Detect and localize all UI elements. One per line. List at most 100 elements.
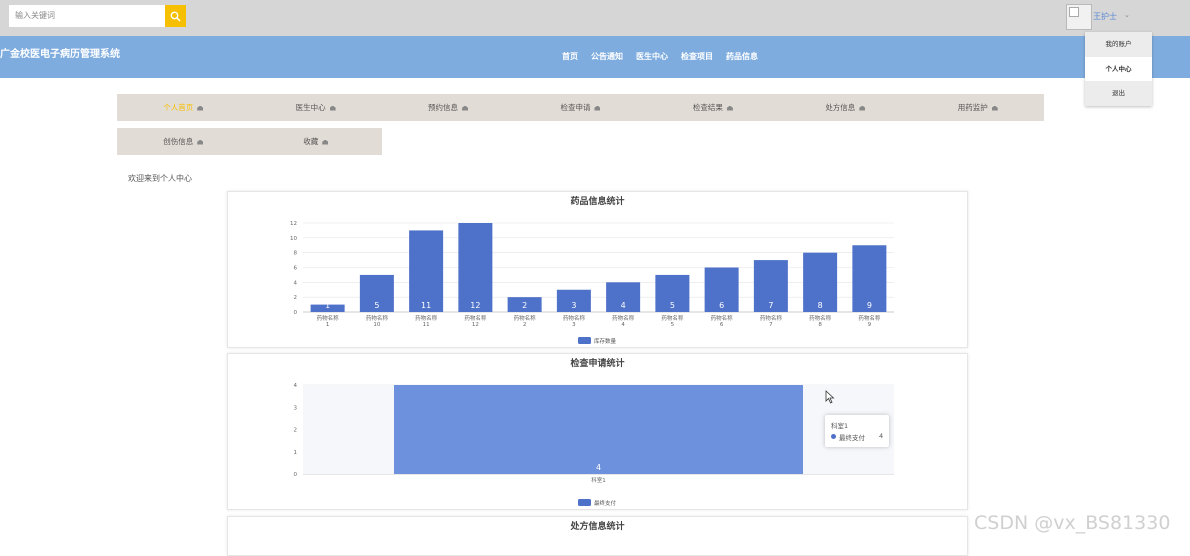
- bar: [409, 230, 444, 312]
- bar-data-label: 7: [768, 301, 773, 310]
- welcome-text: 欢迎来到个人中心: [128, 174, 192, 183]
- y-tick-label: 2: [294, 428, 298, 434]
- search-button[interactable]: [165, 5, 186, 27]
- x-tick-label: 药物名称: [563, 314, 586, 322]
- home-icon: [197, 105, 204, 111]
- bar-data-label: 5: [374, 301, 379, 310]
- x-tick-label: 药物名称: [464, 314, 487, 322]
- bar-data-label: 4: [596, 463, 601, 472]
- chart-tooltip: 科室1 最终支付 4: [825, 415, 889, 447]
- drug-stats-chart: 0246810121药物名称15药物名称1011药物名称1112药物名称122药…: [290, 221, 894, 345]
- x-tick-label: 药物名称: [612, 314, 635, 322]
- tab-doctor-center[interactable]: 医生中心: [249, 94, 381, 121]
- y-tick-label: 3: [294, 405, 298, 411]
- y-tick-label: 10: [290, 236, 297, 242]
- home-icon: [991, 105, 998, 111]
- y-tick-label: 8: [294, 251, 298, 257]
- bar-data-label: 11: [421, 301, 431, 310]
- top-bar: 输入关键词 王护士 ⌄: [0, 0, 1190, 36]
- bar-data-label: 12: [470, 301, 480, 310]
- x-tick-label: 药物名称: [366, 314, 389, 322]
- x-tick-label: 药物名称: [711, 314, 734, 322]
- y-tick-label: 6: [294, 266, 298, 272]
- user-dropdown-menu: 我的账户 个人中心 退出: [1085, 32, 1152, 106]
- tooltip-series-dot: [831, 434, 836, 439]
- home-icon: [197, 139, 204, 145]
- y-tick-label: 12: [290, 221, 297, 227]
- home-icon: [726, 105, 733, 111]
- x-tick-label: 药物名称: [760, 314, 783, 322]
- tab-personal-home[interactable]: 个人首页: [117, 94, 249, 121]
- tab-exam-request[interactable]: 检查申请: [514, 94, 646, 121]
- x-tick-label: 药物名称: [661, 314, 684, 322]
- center-tab-bar: 个人首页 医生中心 预约信息 检查申请 检查结果 处方信息 用药监护: [117, 94, 1044, 121]
- search-input[interactable]: 输入关键词: [9, 5, 165, 27]
- legend-label: 最终支付: [594, 499, 617, 507]
- x-tick-label: 2: [523, 322, 527, 328]
- x-tick-label: 药物名称: [514, 314, 537, 322]
- legend-swatch: [578, 337, 591, 344]
- nav-home[interactable]: 首页: [562, 51, 578, 62]
- tab-exam-result[interactable]: 检查结果: [647, 94, 779, 121]
- header: 广金校医电子病历管理系统 首页 公告通知 医生中心 检查项目 药品信息: [0, 36, 1190, 78]
- home-icon: [859, 105, 866, 111]
- main-nav: 首页 公告通知 医生中心 检查项目 药品信息: [562, 51, 758, 62]
- bar-data-label: 5: [670, 301, 675, 310]
- menu-item-personal-center[interactable]: 个人中心: [1085, 56, 1152, 82]
- y-tick-label: 4: [294, 383, 298, 389]
- y-tick-label: 1: [294, 450, 298, 456]
- bar-data-label: 8: [818, 301, 823, 310]
- bar-data-label: 9: [867, 301, 872, 310]
- tab-medication-monitor[interactable]: 用药监护: [912, 94, 1044, 121]
- x-tick-label: 3: [572, 322, 576, 328]
- home-icon: [329, 105, 336, 111]
- site-title: 广金校医电子病历管理系统: [0, 49, 120, 60]
- x-tick-label: 10: [373, 322, 380, 328]
- x-tick-label: 8: [818, 322, 822, 328]
- home-icon: [594, 105, 601, 111]
- avatar[interactable]: [1066, 4, 1092, 30]
- chart-title: 处方信息统计: [570, 522, 625, 532]
- x-tick-label: 11: [423, 322, 430, 328]
- user-name[interactable]: 王护士: [1093, 11, 1117, 22]
- x-tick-label: 1: [326, 322, 330, 328]
- y-tick-label: 0: [294, 310, 298, 316]
- mouse-cursor-icon: [825, 390, 835, 404]
- bar-data-label: 6: [719, 301, 724, 310]
- x-tick-label: 12: [472, 322, 479, 328]
- y-tick-label: 2: [294, 295, 298, 301]
- x-tick-label: 药物名称: [809, 314, 832, 322]
- bar-data-label: 3: [571, 301, 576, 310]
- legend-swatch: [578, 499, 591, 506]
- x-tick-label: 药物名称: [415, 314, 438, 322]
- chart-card-prescription-stats: 处方信息统计: [227, 516, 968, 556]
- tab-prescription[interactable]: 处方信息: [779, 94, 911, 121]
- bar-data-label: 2: [522, 301, 527, 310]
- tab-favorites[interactable]: 收藏: [250, 128, 383, 155]
- x-tick-label: 5: [671, 322, 675, 328]
- x-tick-label: 药物名称: [858, 314, 881, 322]
- bar: [458, 223, 493, 312]
- chevron-down-icon[interactable]: ⌄: [1124, 11, 1130, 19]
- y-tick-label: 0: [294, 472, 298, 478]
- menu-item-my-account[interactable]: 我的账户: [1085, 32, 1152, 57]
- home-icon: [322, 139, 329, 145]
- bar-data-label: 1: [325, 301, 330, 310]
- x-tick-label: 6: [720, 322, 724, 328]
- search-icon: [170, 11, 181, 22]
- x-tick-label: 9: [868, 322, 872, 328]
- chart-card-drug-stats: 药品信息统计 0 2 4 6 8 10 12 1 药物名称 1 5 药物名称 10 11 药物名称 11 12 药…: [227, 191, 968, 348]
- nav-doctor-center[interactable]: 医生中心: [636, 51, 668, 62]
- home-icon: [462, 105, 469, 111]
- nav-drug-info[interactable]: 药品信息: [726, 51, 758, 62]
- tooltip-series: 最终支付: [839, 434, 865, 442]
- nav-exam-items[interactable]: 检查项目: [681, 51, 713, 62]
- nav-notice[interactable]: 公告通知: [591, 51, 623, 62]
- x-tick-label: 7: [769, 322, 773, 328]
- tab-appointment[interactable]: 预约信息: [382, 94, 514, 121]
- bar: [394, 385, 803, 474]
- x-tick-label: 药物名称: [317, 314, 340, 322]
- tab-trauma-info[interactable]: 创伤信息: [117, 128, 250, 155]
- x-tick-label: 科室1: [591, 476, 606, 484]
- menu-item-logout[interactable]: 退出: [1085, 81, 1152, 106]
